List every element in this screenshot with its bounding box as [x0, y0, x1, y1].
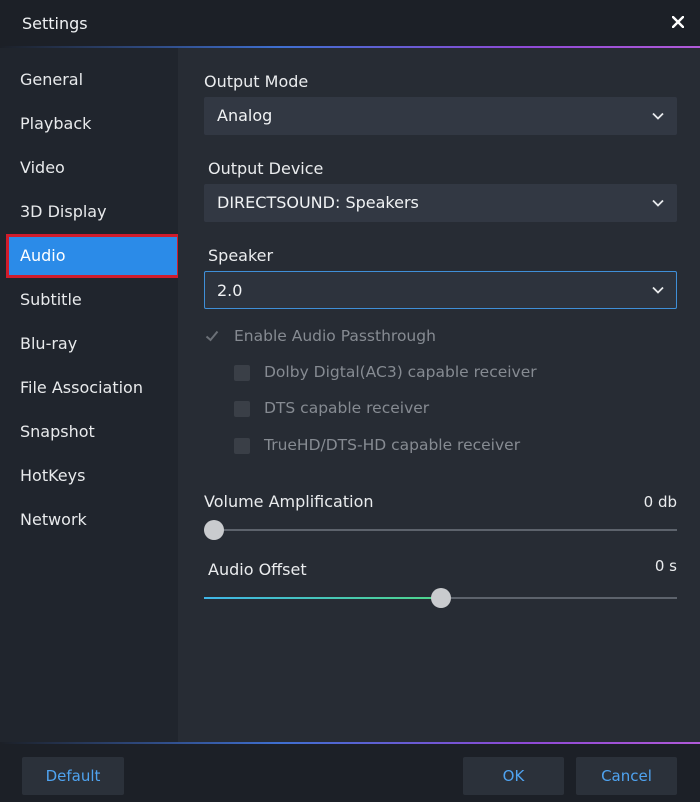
sidebar-item-file-association[interactable]: File Association	[8, 368, 178, 408]
audio-offset-slider[interactable]	[204, 588, 677, 608]
dolby-digital-checkbox[interactable]	[234, 365, 250, 381]
sidebar-item-playback[interactable]: Playback	[8, 104, 178, 144]
volume-amplification-value: 0 db	[643, 493, 677, 511]
output-mode-value: Analog	[217, 106, 273, 125]
output-mode-label: Output Mode	[204, 72, 309, 91]
output-device-label: Output Device	[208, 159, 324, 178]
audio-offset-value: 0 s	[654, 557, 677, 575]
truehd-label: TrueHD/DTS-HD capable receiver	[264, 436, 521, 454]
volume-amplification-label: Volume Amplification	[204, 492, 374, 511]
cancel-button[interactable]: Cancel	[576, 757, 677, 795]
check-icon	[205, 330, 219, 342]
sidebar-item-subtitle[interactable]: Subtitle	[8, 280, 178, 320]
chevron-down-icon	[652, 112, 664, 120]
dialog-footer: Default OK Cancel	[0, 744, 700, 802]
enable-passthrough-label: Enable Audio Passthrough	[234, 327, 436, 345]
enable-passthrough-checkbox[interactable]	[204, 328, 220, 344]
dolby-digital-label: Dolby Digtal(AC3) capable receiver	[264, 363, 537, 381]
default-button[interactable]: Default	[22, 757, 124, 795]
output-device-value: DIRECTSOUND: Speakers	[217, 193, 419, 212]
volume-amplification-slider[interactable]	[204, 520, 677, 540]
speaker-value: 2.0	[217, 281, 243, 300]
audio-offset-label: Audio Offset	[208, 560, 307, 579]
close-icon	[672, 16, 684, 28]
dts-label: DTS capable receiver	[264, 399, 430, 417]
sidebar-item-hotkeys[interactable]: HotKeys	[8, 456, 178, 496]
audio-offset-slider-fill	[204, 597, 441, 599]
ok-button[interactable]: OK	[463, 757, 564, 795]
sidebar-item-video[interactable]: Video	[8, 148, 178, 188]
audio-settings-panel: Output Mode Analog Output Device DIRECTS…	[178, 48, 700, 742]
sidebar-item-general[interactable]: General	[8, 60, 178, 100]
window-title: Settings	[22, 14, 88, 33]
close-button[interactable]	[668, 12, 688, 32]
output-mode-select[interactable]: Analog	[204, 97, 677, 135]
speaker-select[interactable]: 2.0	[204, 271, 677, 309]
speaker-label: Speaker	[208, 246, 274, 265]
dts-checkbox[interactable]	[234, 401, 250, 417]
volume-slider-handle[interactable]	[204, 520, 224, 540]
title-bar: Settings	[0, 0, 700, 46]
sidebar-item-snapshot[interactable]: Snapshot	[8, 412, 178, 452]
truehd-checkbox[interactable]	[234, 438, 250, 454]
chevron-down-icon	[652, 199, 664, 207]
sidebar-item-audio[interactable]: Audio	[6, 234, 180, 278]
chevron-down-icon	[652, 286, 664, 294]
settings-sidebar: General Playback Video 3D Display Audio …	[0, 48, 180, 742]
sidebar-item-3d-display[interactable]: 3D Display	[8, 192, 178, 232]
output-device-select[interactable]: DIRECTSOUND: Speakers	[204, 184, 677, 222]
sidebar-item-network[interactable]: Network	[8, 500, 178, 540]
audio-offset-slider-handle[interactable]	[430, 588, 451, 608]
sidebar-item-blu-ray[interactable]: Blu-ray	[8, 324, 178, 364]
